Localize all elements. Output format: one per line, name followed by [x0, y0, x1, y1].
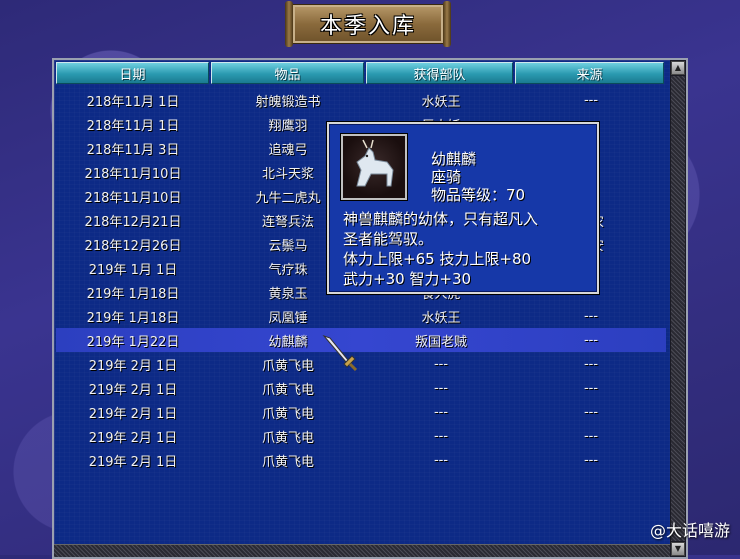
- tooltip-desc-line-2: 圣者能驾驭。: [343, 230, 434, 248]
- source-cell: ---: [583, 404, 599, 420]
- item-cell: 爪黄飞电: [261, 406, 314, 422]
- scroll-down-arrow-icon[interactable]: ▼: [671, 542, 685, 556]
- source-cell: ---: [583, 308, 599, 324]
- date-cell: 219年 1月18日: [86, 310, 180, 326]
- date-cell: 218年11月 1日: [86, 118, 180, 134]
- table-row[interactable]: 219年 2月 1日 爪黄飞电 --- ---: [56, 400, 666, 424]
- unit-cell: ---: [433, 404, 449, 420]
- sword-cursor-icon: [322, 334, 358, 372]
- title-banner: 本季入库: [285, 1, 451, 47]
- unit-cell: ---: [433, 452, 449, 468]
- table-row[interactable]: 218年11月 1日 射魄锻造书 水妖王 ---: [56, 88, 666, 112]
- column-header-unit[interactable]: 获得部队: [365, 62, 513, 84]
- tooltip-item-level: 物品等级：70: [431, 186, 526, 204]
- unit-cell: ---: [433, 356, 449, 372]
- table-header: 日期 物品 获得部队 来源: [56, 62, 666, 84]
- unit-cell: 叛国老贼: [414, 334, 467, 350]
- date-cell: 219年 1月22日: [86, 334, 180, 350]
- date-cell: 219年 2月 1日: [88, 358, 178, 374]
- horizontal-scrollbar[interactable]: [54, 544, 670, 557]
- item-cell: 射魄锻造书: [255, 94, 321, 110]
- vertical-scrollbar[interactable]: ▲ ▼: [670, 60, 686, 557]
- table-row[interactable]: 219年 2月 1日 爪黄飞电 --- ---: [56, 424, 666, 448]
- column-header-item[interactable]: 物品: [210, 62, 364, 84]
- page-title: 本季入库: [319, 14, 416, 39]
- tooltip-desc-line-1: 神兽麒麟的幼体，只有超凡入: [343, 210, 539, 228]
- column-header-source[interactable]: 来源: [514, 62, 664, 84]
- item-cell: 凤凰锤: [268, 310, 308, 326]
- watermark-text: @大话嘻游: [649, 521, 730, 540]
- table-row[interactable]: 219年 2月 1日 爪黄飞电 --- ---: [56, 448, 666, 472]
- date-cell: 218年12月26日: [84, 238, 182, 254]
- date-cell: 219年 2月 1日: [88, 430, 178, 446]
- item-portrait: [341, 134, 407, 200]
- item-tooltip: 幼麒麟 座骑 物品等级：70 神兽麒麟的幼体，只有超凡入 圣者能驾驭。 体力上限…: [327, 122, 599, 294]
- unit-cell: 水妖王: [421, 310, 461, 326]
- unit-cell: ---: [433, 428, 449, 444]
- source-cell: ---: [583, 332, 599, 348]
- item-cell: 爪黄飞电: [261, 454, 314, 470]
- column-header-date[interactable]: 日期: [56, 62, 209, 84]
- date-cell: 218年11月 3日: [86, 142, 180, 158]
- item-cell: 爪黄飞电: [261, 382, 314, 398]
- tooltip-stats-line-1: 体力上限+65 技力上限+80: [343, 250, 532, 268]
- watermark: @大话嘻游: [650, 517, 730, 541]
- date-cell: 219年 1月18日: [86, 286, 180, 302]
- source-cell: ---: [583, 452, 599, 468]
- source-cell: ---: [583, 428, 599, 444]
- table-row[interactable]: 219年 1月18日 凤凰锤 水妖王 ---: [56, 304, 666, 328]
- date-cell: 218年11月 1日: [86, 94, 180, 110]
- date-cell: 218年11月10日: [84, 190, 182, 206]
- date-cell: 219年 2月 1日: [88, 454, 178, 470]
- date-cell: 219年 2月 1日: [88, 406, 178, 422]
- date-cell: 218年11月10日: [84, 166, 182, 182]
- source-cell: ---: [583, 356, 599, 372]
- source-cell: ---: [583, 92, 599, 108]
- qilin-icon: [356, 139, 394, 187]
- scrollbar-track[interactable]: [671, 76, 685, 541]
- date-cell: 218年12月21日: [84, 214, 182, 230]
- scroll-up-arrow-icon[interactable]: ▲: [671, 61, 685, 75]
- tooltip-stats-line-2: 武力+30 智力+30: [343, 270, 472, 288]
- table-row[interactable]: 219年 2月 1日 爪黄飞电 --- ---: [56, 376, 666, 400]
- item-cell: 爪黄飞电: [261, 430, 314, 446]
- unit-cell: ---: [433, 380, 449, 396]
- source-cell: ---: [583, 380, 599, 396]
- date-cell: 219年 1月 1日: [88, 262, 178, 278]
- date-cell: 219年 2月 1日: [88, 382, 178, 398]
- unit-cell: 水妖王: [421, 94, 461, 110]
